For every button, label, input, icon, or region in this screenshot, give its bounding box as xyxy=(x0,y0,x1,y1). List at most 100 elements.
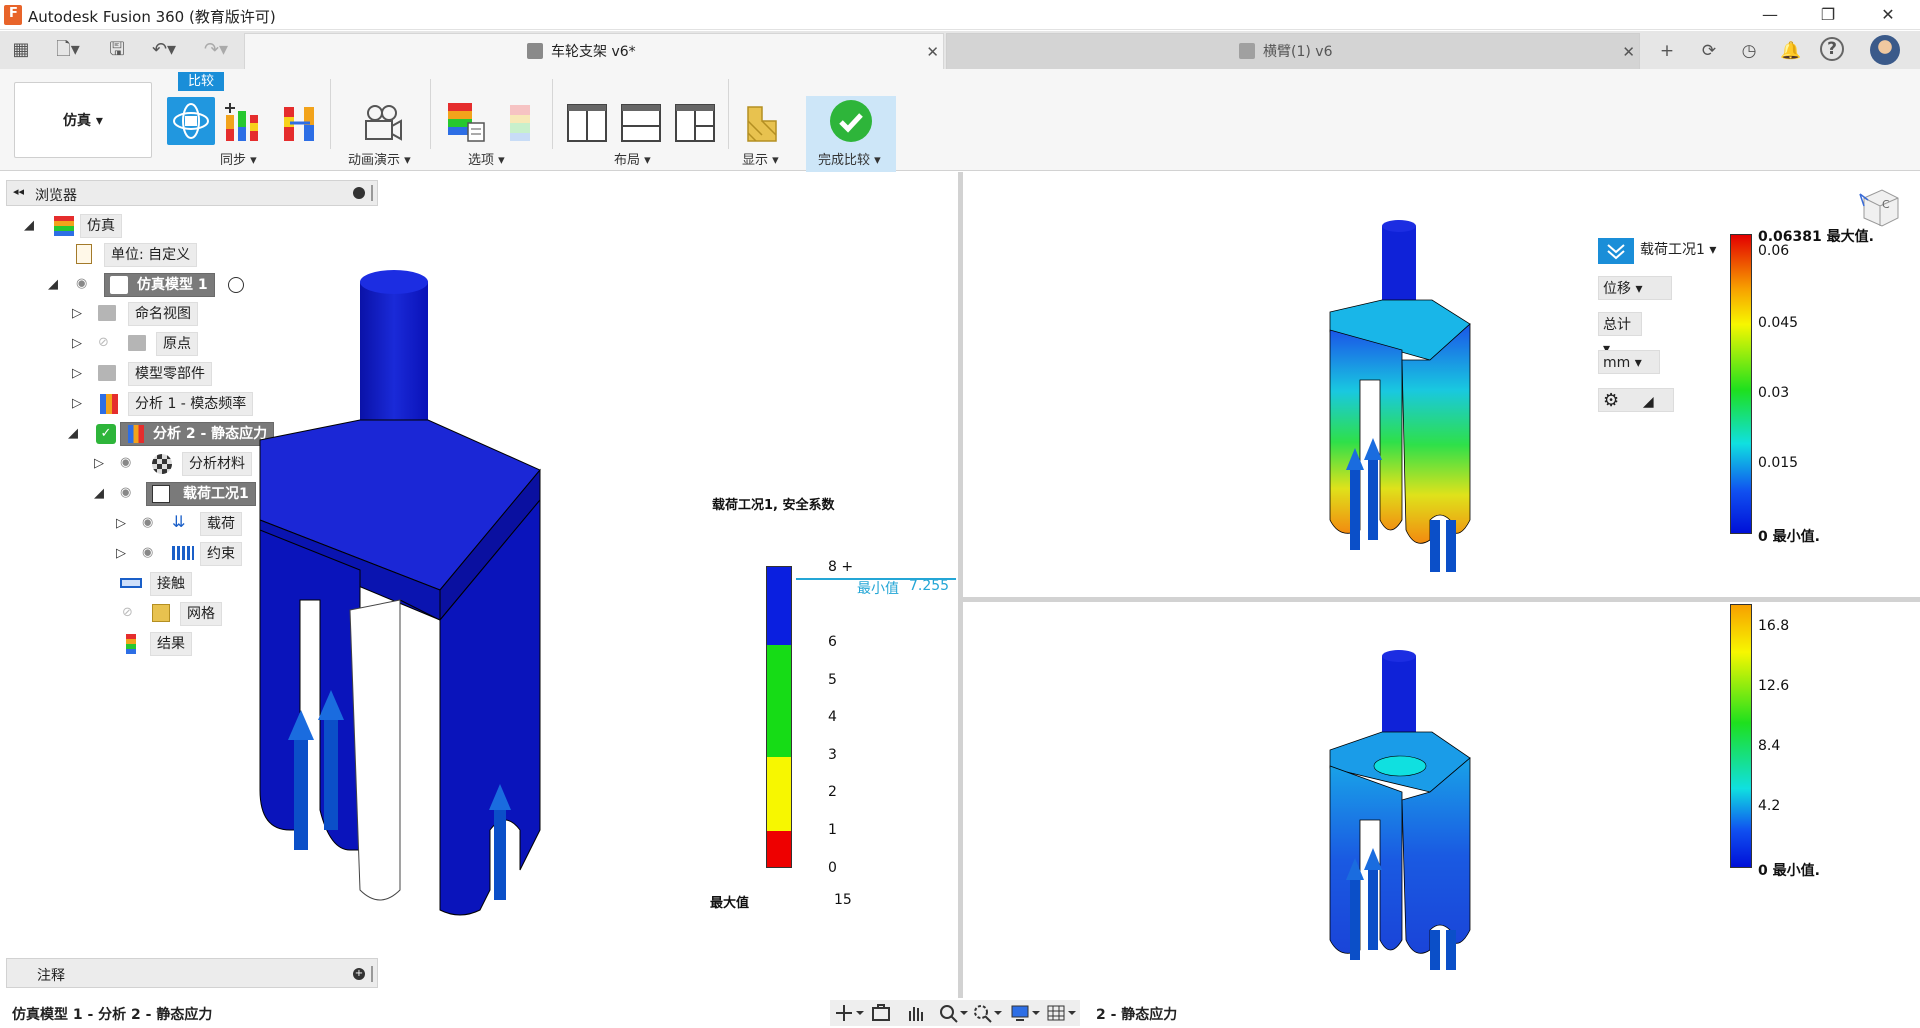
unit-dropdown[interactable]: mm ▾ xyxy=(1598,350,1660,374)
sync-legend-icon[interactable] xyxy=(222,101,264,143)
collapse-triangle-icon[interactable]: ◢ xyxy=(48,273,58,297)
notification-icon[interactable]: 🔔 xyxy=(1778,38,1804,64)
collapse-panel-icon[interactable]: ◂◂ xyxy=(13,185,24,198)
min-value: 7.255 xyxy=(909,578,950,594)
undo-icon[interactable]: ↶▾ xyxy=(144,38,184,62)
panel-grip-icon[interactable] xyxy=(371,966,373,982)
display-menu[interactable]: 显示 ▾ xyxy=(742,149,779,168)
legend-tick-4: 4 xyxy=(828,709,837,725)
folder-icon xyxy=(98,365,116,381)
layout-two-vertical-icon[interactable] xyxy=(566,103,608,145)
viewcube[interactable]: C xyxy=(1858,186,1900,228)
tree-label: 模型零部件 xyxy=(128,362,212,386)
expand-triangle-icon[interactable]: ▷ xyxy=(72,302,82,326)
user-avatar[interactable] xyxy=(1870,35,1900,65)
tree-label: 原点 xyxy=(156,332,198,356)
hidden-eye-icon[interactable]: ⊘ xyxy=(122,606,140,620)
data-panel-grid-icon[interactable]: ▦ xyxy=(8,38,34,62)
finish-compare-label: 完成比较 ▾ xyxy=(818,153,881,168)
stress-tick-16.8: 16.8 xyxy=(1758,618,1790,634)
stress-tick-8.4: 8.4 xyxy=(1758,738,1781,754)
finish-compare-highlight[interactable]: 完成比较 ▾ xyxy=(806,96,896,172)
close-tab-icon[interactable]: ✕ xyxy=(926,34,939,70)
legend-options-icon[interactable]: ◢ xyxy=(1643,394,1654,410)
top-right-displacement-model[interactable] xyxy=(1320,220,1490,580)
sync-results-icon[interactable] xyxy=(280,101,322,143)
colorbar-yellow-segment xyxy=(767,757,791,831)
toolbar-divider xyxy=(552,79,553,149)
layout-three-split-icon[interactable] xyxy=(674,103,716,145)
collapse-triangle-icon[interactable]: ◢ xyxy=(94,482,104,506)
component-dropdown[interactable]: 总计 ▾ xyxy=(1598,312,1642,357)
hidden-eye-icon[interactable]: ⊘ xyxy=(98,336,116,350)
settings-gear-icon[interactable]: ⚙ xyxy=(1603,390,1619,411)
job-status-icon[interactable]: ◷ xyxy=(1736,38,1762,64)
expand-triangle-icon[interactable]: ▷ xyxy=(72,392,82,416)
legend-tick-2: 2 xyxy=(828,784,837,800)
panel-grip-icon[interactable] xyxy=(371,185,373,201)
visibility-eye-icon[interactable]: ◉ xyxy=(142,546,160,560)
viewport-vertical-splitter[interactable] xyxy=(958,172,963,998)
grid-snap-icon[interactable] xyxy=(1046,1003,1076,1023)
loadcase-dropdown[interactable]: 载荷工况1 ▾ xyxy=(1636,238,1720,262)
loadcase-toggle-icon[interactable] xyxy=(1598,238,1634,264)
expand-triangle-icon[interactable]: ▷ xyxy=(94,452,104,476)
expand-triangle-icon[interactable]: ▷ xyxy=(72,362,82,386)
minimize-button[interactable]: — xyxy=(1758,4,1782,26)
compare-tab[interactable]: 比较 xyxy=(178,72,224,91)
layout-two-horizontal-icon[interactable] xyxy=(620,103,662,145)
visibility-eye-icon[interactable]: ◉ xyxy=(76,277,94,291)
status-left-text: 仿真模型 1 - 分析 2 - 静态应力 xyxy=(12,1007,213,1023)
fit-window-icon[interactable] xyxy=(972,1003,1002,1023)
sync-camera-icon[interactable] xyxy=(167,97,215,145)
help-icon[interactable]: ? xyxy=(1820,37,1844,61)
close-window-button[interactable]: ✕ xyxy=(1876,4,1900,26)
file-menu-icon[interactable]: 🗋▾ xyxy=(48,38,88,62)
display-object-icon[interactable] xyxy=(744,103,786,145)
restore-button[interactable]: ❐ xyxy=(1816,4,1840,26)
visibility-eye-icon[interactable]: ◉ xyxy=(142,516,160,530)
toolbar-divider xyxy=(330,79,331,149)
notes-title: 注释 xyxy=(37,968,65,984)
bottom-right-stress-model[interactable] xyxy=(1320,650,1490,970)
tab-wheel-bracket[interactable]: 车轮支架 v6* ✕ xyxy=(244,33,944,69)
result-type-dropdown[interactable]: 位移 ▾ xyxy=(1598,276,1672,300)
options-menu[interactable]: 选项 ▾ xyxy=(468,149,505,168)
zoom-icon[interactable] xyxy=(938,1003,968,1023)
expand-triangle-icon[interactable]: ▷ xyxy=(72,332,82,356)
orbit-move-icon[interactable] xyxy=(834,1003,864,1023)
options-legend-icon[interactable] xyxy=(446,101,488,143)
left-viewport-model[interactable] xyxy=(230,270,570,920)
visibility-eye-icon[interactable]: ◉ xyxy=(120,456,138,470)
animation-camera-icon[interactable] xyxy=(362,103,404,145)
viewport-horizontal-splitter[interactable] xyxy=(963,597,1920,602)
animate-menu[interactable]: 动画演示 ▾ xyxy=(348,149,411,168)
sync-icon[interactable]: ⟳ xyxy=(1696,38,1722,64)
look-at-icon[interactable] xyxy=(870,1003,892,1023)
expand-triangle-icon[interactable]: ▷ xyxy=(116,542,126,566)
layout-menu[interactable]: 布局 ▾ xyxy=(614,149,651,168)
visibility-eye-icon[interactable]: ◉ xyxy=(120,486,138,500)
browser-title: 浏览器 xyxy=(35,188,77,204)
expand-triangle-icon[interactable]: ▷ xyxy=(116,512,126,536)
collapse-triangle-icon[interactable]: ◢ xyxy=(68,422,78,446)
save-icon[interactable]: 🖫 xyxy=(104,38,130,62)
workspace-selector[interactable]: 仿真 ▾ xyxy=(14,82,152,158)
display-settings-icon[interactable] xyxy=(1010,1003,1040,1023)
stress-colorbar xyxy=(1730,604,1752,868)
pan-hand-icon[interactable] xyxy=(904,1003,926,1023)
minimize-panel-icon[interactable] xyxy=(353,187,365,199)
min-value-label: 最小值 xyxy=(857,581,899,597)
collapse-triangle-icon[interactable]: ◢ xyxy=(24,214,34,238)
sync-menu[interactable]: 同步 ▾ xyxy=(220,149,257,168)
tab-control-arm[interactable]: 横臂(1) v6 ✕ xyxy=(946,33,1640,69)
close-tab-icon[interactable]: ✕ xyxy=(1622,34,1635,70)
options-faded-legend-icon[interactable] xyxy=(506,103,548,145)
redo-icon[interactable]: ↷▾ xyxy=(196,38,236,62)
viewcube-face-label: C xyxy=(1882,198,1890,211)
add-note-icon[interactable]: + xyxy=(353,968,365,980)
displacement-colorbar xyxy=(1730,234,1752,534)
new-tab-icon[interactable]: + xyxy=(1654,38,1680,64)
toolbar-divider xyxy=(430,79,431,149)
legend-settings-row: ⚙ ◢ xyxy=(1598,388,1674,412)
